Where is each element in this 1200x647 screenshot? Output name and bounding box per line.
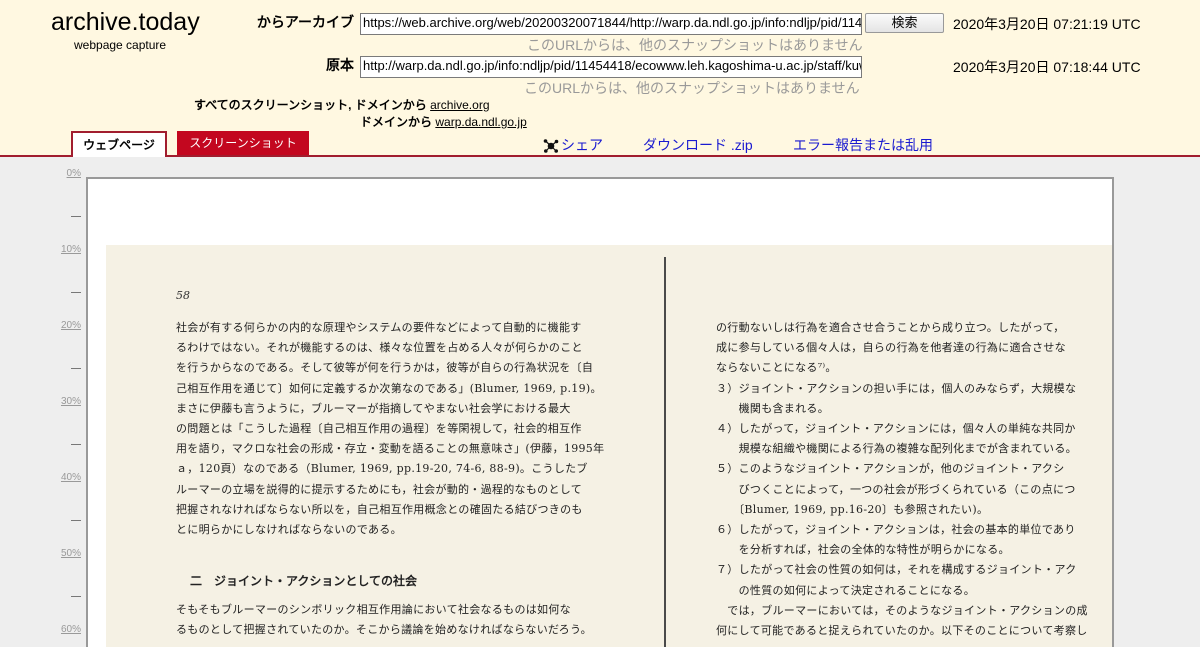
text-line: ７）したがって社会の性質の如何は，それを構成するジョイント・アク bbox=[716, 563, 1077, 577]
ruler-tick bbox=[71, 368, 81, 369]
report-abuse-link[interactable]: エラー報告または乱用 bbox=[793, 135, 933, 155]
text-line: びつくことによって，一つの社会が形づくられている（この点につ bbox=[716, 482, 1076, 496]
domain-label: ドメインから bbox=[354, 98, 427, 112]
text-line: では，ブルーマーにおいては，そのようなジョイント・アクションの成 bbox=[716, 603, 1088, 617]
captured-page-frame: 58 社会が有する何らかの内的な原理やシステムの要件などによって自動的に機能する… bbox=[86, 177, 1114, 647]
text-line: とに明らかにしなければならないのである。 bbox=[176, 523, 402, 536]
ruler-label[interactable]: 30% bbox=[50, 396, 81, 407]
archive-date[interactable]: 2020年3月20日 07:21:19 UTC bbox=[953, 14, 1141, 34]
original-no-snapshots-text: このURLからは、他のスナップショットはありません bbox=[524, 80, 860, 96]
text-line: 規模な組織や機関による行為の複雑な配列化までが含まれている。 bbox=[716, 442, 1077, 456]
domain-link-warp[interactable]: warp.da.ndl.go.jp bbox=[435, 115, 526, 129]
text-line: ６）したがって，ジョイント・アクションは，社会の基本的単位であり bbox=[716, 523, 1076, 536]
text-line: 成に参与している個々人は，自らの行為を他者達の行為に適合させな bbox=[716, 341, 1066, 355]
text-line: ならないことになる⁷⁾。 bbox=[716, 361, 837, 375]
text-line: を行うからなのである。そして彼等が何を行うかは，彼等が自らの行為状況を〔自 bbox=[176, 361, 594, 375]
text-line: 把握されなければならない所以を，自己相互作用概念との確固たる結びつきのも bbox=[176, 502, 583, 516]
text-line: を分析すれば，社会の全体的な特性が明らかになる。 bbox=[716, 543, 1010, 557]
domain-link-archive-org[interactable]: archive.org bbox=[430, 98, 489, 112]
text-line: まさに伊藤も言うように，ブルーマーが指摘してやまない社会学における最大 bbox=[176, 401, 571, 415]
archive-header: archive.today webpage capture からアーカイブ ht… bbox=[0, 0, 1200, 157]
ruler-label[interactable]: 0% bbox=[50, 168, 81, 179]
text-line: 用を語り，マクロな社会の形成・存立・変動を語ることの無意味さ」(伊藤，1995年 bbox=[176, 442, 605, 456]
tab-webpage[interactable]: ウェブページ bbox=[71, 131, 167, 157]
text-line: ルーマーの立場を説得的に提示するためにも，社会が動的・過程的なものとして bbox=[176, 482, 583, 496]
column-divider bbox=[664, 257, 666, 647]
page-number: 58 bbox=[176, 289, 190, 302]
text-line: 何にして可能であると捉えられていたのか。以下そのことについて考察し bbox=[716, 624, 1088, 637]
ruler-tick bbox=[71, 444, 81, 445]
ruler-label[interactable]: 50% bbox=[50, 548, 81, 559]
text-line: るわけではない。それが機能するのは、様々な位置を占める人々が何らかのこと bbox=[176, 341, 583, 355]
share-link[interactable]: シェア bbox=[561, 135, 603, 155]
original-date[interactable]: 2020年3月20日 07:18:44 UTC bbox=[953, 57, 1141, 77]
ruler-label[interactable]: 40% bbox=[50, 472, 81, 483]
all-screenshots-label: すべてのスクリーンショット, bbox=[194, 98, 352, 112]
search-button[interactable]: 検索 bbox=[865, 13, 944, 33]
ruler-label[interactable]: 20% bbox=[50, 320, 81, 331]
share-icon[interactable] bbox=[543, 138, 559, 154]
text-line: 機関も含まれる。 bbox=[716, 401, 829, 415]
screenshots-from-warp-line: ドメインから warp.da.ndl.go.jp bbox=[360, 113, 527, 130]
site-logo-subtitle: webpage capture bbox=[74, 38, 167, 52]
domain-label: ドメインから bbox=[360, 115, 433, 129]
text-line: ３）ジョイント・アクションの担い手には，個人のみならず，大規模な bbox=[716, 381, 1077, 395]
text-line: の性質の如何によって決定されることになる。 bbox=[716, 583, 976, 597]
text-line: ４）したがって，ジョイント・アクションには，個々人の単純な共同か bbox=[716, 422, 1076, 435]
download-zip-link[interactable]: ダウンロード .zip bbox=[643, 135, 753, 155]
archive-from-label: からアーカイブ bbox=[256, 14, 354, 30]
text-line: の問題とは「こうした過程〔自己相互作用の過程〕を等閑視して，社会的相互作 bbox=[176, 422, 582, 435]
section-heading: 二 ジョイント・アクションとしての社会 bbox=[190, 574, 418, 588]
ruler-tick bbox=[71, 520, 81, 521]
ruler-tick bbox=[71, 292, 81, 293]
original-url-input[interactable]: http://warp.da.ndl.go.jp/info:ndljp/pid/… bbox=[360, 56, 862, 78]
text-line: 己相互作用を通じて〕如何に定義するか次第なのである」(Blumer, 1969,… bbox=[176, 381, 602, 395]
text-line: ａ，120頁）なのである（Blumer, 1969, pp.19-20, 74-… bbox=[176, 462, 588, 476]
archive-no-snapshots-text: このURLからは、他のスナップショットはありません bbox=[527, 37, 863, 53]
ruler-tick bbox=[71, 216, 81, 217]
text-line: るものとして把握されていたのか。そこから議論を始めなければならないだろう。 bbox=[176, 623, 592, 637]
tab-screenshot[interactable]: スクリーンショット bbox=[177, 131, 309, 155]
text-line: 社会が有する何らかの内的な原理やシステムの要件などによって自動的に機能す bbox=[176, 321, 582, 334]
text-line: ５）このようなジョイント・アクションが，他のジョイント・アクシ bbox=[716, 462, 1065, 476]
text-line: そもそもブルーマーのシンボリック相互作用論において社会なるものは如何な bbox=[176, 603, 571, 616]
site-logo-title[interactable]: archive.today bbox=[51, 8, 200, 37]
text-line: の行動ないしは行為を適合させ合うことから成り立つ。したがって， bbox=[716, 321, 1065, 334]
original-label: 原本 bbox=[326, 57, 354, 73]
screenshots-from-archive-line: すべてのスクリーンショット, ドメインから archive.org bbox=[194, 96, 490, 113]
ruler-label[interactable]: 10% bbox=[50, 244, 81, 255]
text-line: 〔Blumer, 1969, pp.16-20〕も参照されたい)。 bbox=[716, 502, 989, 516]
scanned-document-page: 58 社会が有する何らかの内的な原理やシステムの要件などによって自動的に機能する… bbox=[106, 245, 1112, 647]
ruler-tick bbox=[71, 596, 81, 597]
archive-url-input[interactable]: https://web.archive.org/web/202003200718… bbox=[360, 13, 862, 35]
